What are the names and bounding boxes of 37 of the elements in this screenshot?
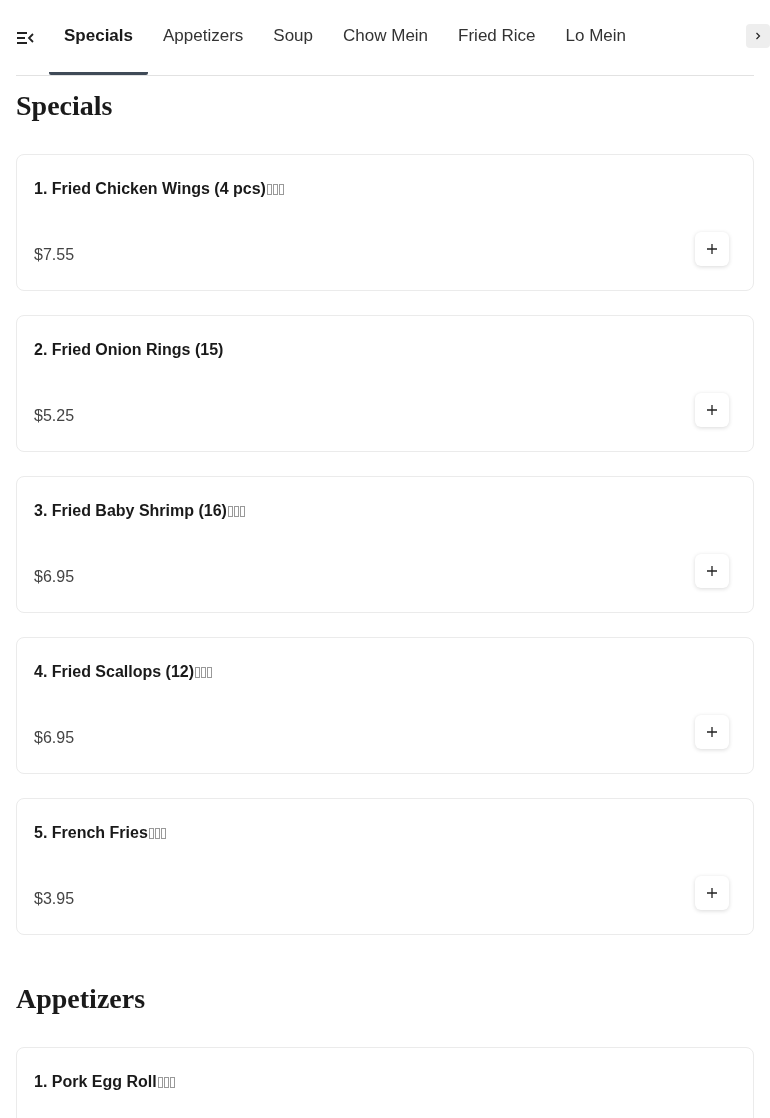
item-price: $5.25 bbox=[34, 406, 75, 426]
menu-item-card[interactable]: 4. Fried Scallops (12) $6.95 bbox=[16, 637, 754, 774]
item-price: $6.95 bbox=[34, 567, 75, 587]
add-button[interactable] bbox=[695, 393, 729, 427]
menu-item-card[interactable]: 3. Fried Baby Shrimp (16) $6.95 bbox=[16, 476, 754, 613]
category-tab[interactable]: Chow Mein bbox=[328, 0, 444, 75]
menu-collapse-icon[interactable] bbox=[16, 30, 34, 45]
category-tab[interactable]: Fried Rice bbox=[443, 0, 551, 75]
category-tab[interactable]: Lo Mein bbox=[550, 0, 642, 75]
item-price: $7.55 bbox=[34, 245, 75, 265]
category-tab[interactable]: Soup bbox=[258, 0, 329, 75]
section-heading: Specials bbox=[16, 89, 114, 123]
add-button[interactable] bbox=[695, 876, 729, 910]
add-button[interactable] bbox=[695, 554, 729, 588]
add-button[interactable] bbox=[695, 715, 729, 749]
chevron-right-icon bbox=[755, 31, 761, 40]
item-name: 4. Fried Scallops (12) bbox=[34, 662, 195, 682]
item-name: 5. French Fries bbox=[34, 823, 148, 843]
plus-icon bbox=[706, 243, 718, 255]
item-name: 1. Pork Egg Roll bbox=[34, 1072, 157, 1092]
item-name: 2. Fried Onion Rings (15) bbox=[34, 340, 224, 360]
item-price: $3.95 bbox=[34, 889, 75, 909]
menu-item-card[interactable]: 5. French Fries $3.95 bbox=[16, 798, 754, 935]
plus-icon bbox=[706, 726, 718, 738]
item-name: 1. Fried Chicken Wings (4 pcs) bbox=[34, 179, 266, 199]
section-heading: Appetizers bbox=[16, 982, 147, 1016]
menu-item-card[interactable]: 1. Fried Chicken Wings (4 pcs) $7.55 bbox=[16, 154, 754, 291]
plus-icon bbox=[706, 887, 718, 899]
category-tab[interactable]: Appetizers bbox=[148, 0, 259, 75]
plus-icon bbox=[706, 565, 718, 577]
menu-item-card[interactable]: 1. Pork Egg Roll bbox=[16, 1047, 754, 1118]
category-tab[interactable]: Specials bbox=[49, 0, 148, 75]
add-button[interactable] bbox=[695, 232, 729, 266]
plus-icon bbox=[706, 404, 718, 416]
item-name: 3. Fried Baby Shrimp (16) bbox=[34, 501, 227, 521]
item-price: $6.95 bbox=[34, 728, 75, 748]
menu-item-card[interactable]: 2. Fried Onion Rings (15) $5.25 bbox=[16, 315, 754, 452]
